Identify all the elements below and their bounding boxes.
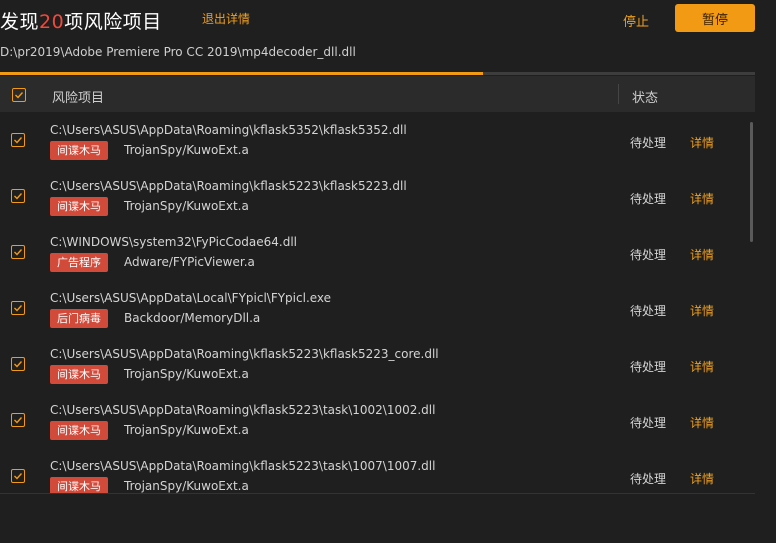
status-text: 待处理 — [630, 472, 667, 486]
title-suffix: 项风险项目 — [64, 11, 162, 33]
column-header-risk: 风险项目 — [52, 91, 105, 106]
file-path: C:\Users\ASUS\AppData\Roaming\kflask5223… — [50, 403, 436, 417]
file-path: C:\Users\ASUS\AppData\Roaming\kflask5223… — [50, 459, 436, 473]
table-row: C:\WINDOWS\system32\FyPicCodae64.dll 广告程序… — [0, 224, 755, 280]
column-header-status: 状态 — [632, 91, 659, 106]
details-link[interactable]: 详情 — [690, 414, 714, 431]
details-link[interactable]: 详情 — [690, 190, 714, 207]
file-path: C:\Users\ASUS\AppData\Local\FYpicl\FYpic… — [50, 291, 332, 305]
threat-name: TrojanSpy/KuwoExt.a — [124, 479, 249, 493]
threat-category-badge: 间谍木马 — [50, 365, 108, 384]
exit-details-link[interactable]: 退出详情 — [202, 10, 250, 27]
details-link[interactable]: 详情 — [690, 246, 714, 263]
risk-list: C:\Users\ASUS\AppData\Roaming\kflask5352… — [0, 112, 755, 493]
scan-progress-bar — [0, 72, 755, 75]
status-text: 待处理 — [630, 136, 667, 150]
threat-category-badge: 间谍木马 — [50, 197, 108, 216]
details-link[interactable]: 详情 — [690, 358, 714, 375]
file-path: C:\WINDOWS\system32\FyPicCodae64.dll — [50, 235, 298, 249]
table-row: C:\Users\ASUS\AppData\Roaming\kflask5352… — [0, 112, 755, 168]
row-checkbox[interactable] — [11, 133, 25, 147]
threat-category-badge: 间谍木马 — [50, 141, 108, 160]
checkmark-icon — [15, 92, 24, 99]
threat-name: TrojanSpy/KuwoExt.a — [124, 199, 249, 213]
risk-count: 20 — [39, 11, 65, 33]
page-title: 发现20项风险项目 — [0, 7, 162, 34]
threat-category-badge: 广告程序 — [50, 253, 108, 272]
threat-name: Adware/FYPicViewer.a — [124, 255, 255, 269]
checkmark-icon — [14, 137, 23, 144]
file-path: C:\Users\ASUS\AppData\Roaming\kflask5352… — [50, 123, 407, 137]
scan-path: D:\pr2019\Adobe Premiere Pro CC 2019\mp4… — [0, 45, 356, 59]
title-prefix: 发现 — [0, 11, 40, 33]
table-header: 风险项目 状态 — [0, 76, 755, 112]
list-bottom-divider — [0, 493, 755, 494]
file-path: C:\Users\ASUS\AppData\Roaming\kflask5223… — [50, 179, 407, 193]
row-checkbox[interactable] — [11, 245, 25, 259]
checkmark-icon — [14, 193, 23, 200]
table-row: C:\Users\ASUS\AppData\Roaming\kflask5223… — [0, 392, 755, 448]
status-text: 待处理 — [630, 360, 667, 374]
status-text: 待处理 — [630, 416, 667, 430]
table-row: C:\Users\ASUS\AppData\Roaming\kflask5223… — [0, 168, 755, 224]
status-text: 待处理 — [630, 248, 667, 262]
threat-category-badge: 间谍木马 — [50, 477, 108, 493]
file-path: C:\Users\ASUS\AppData\Roaming\kflask5223… — [50, 347, 439, 361]
checkmark-icon — [14, 249, 23, 256]
details-link[interactable]: 详情 — [690, 302, 714, 319]
checkmark-icon — [14, 473, 23, 480]
threat-name: TrojanSpy/KuwoExt.a — [124, 143, 249, 157]
checkmark-icon — [14, 361, 23, 368]
threat-name: TrojanSpy/KuwoExt.a — [124, 367, 249, 381]
column-divider — [618, 84, 619, 104]
stop-button[interactable]: 停止 — [623, 11, 649, 30]
row-checkbox[interactable] — [11, 301, 25, 315]
details-link[interactable]: 详情 — [690, 470, 714, 487]
row-checkbox[interactable] — [11, 413, 25, 427]
table-row: C:\Users\ASUS\AppData\Local\FYpicl\FYpic… — [0, 280, 755, 336]
pause-button[interactable]: 暂停 — [675, 4, 755, 32]
table-row: C:\Users\ASUS\AppData\Roaming\kflask5223… — [0, 448, 755, 493]
header: 发现20项风险项目 退出详情 停止 暂停 D:\pr2019\Adobe Pre… — [0, 0, 776, 72]
threat-category-badge: 后门病毒 — [50, 309, 108, 328]
threat-category-badge: 间谍木马 — [50, 421, 108, 440]
scrollbar-thumb[interactable] — [750, 122, 753, 242]
row-checkbox[interactable] — [11, 357, 25, 371]
details-link[interactable]: 详情 — [690, 134, 714, 151]
checkmark-icon — [14, 417, 23, 424]
select-all-checkbox[interactable] — [12, 88, 26, 102]
scan-progress-fill — [0, 72, 484, 75]
status-text: 待处理 — [630, 304, 667, 318]
checkmark-icon — [14, 305, 23, 312]
threat-name: TrojanSpy/KuwoExt.a — [124, 423, 249, 437]
threat-name: Backdoor/MemoryDll.a — [124, 311, 261, 325]
table-row: C:\Users\ASUS\AppData\Roaming\kflask5223… — [0, 336, 755, 392]
status-text: 待处理 — [630, 192, 667, 206]
row-checkbox[interactable] — [11, 469, 25, 483]
row-checkbox[interactable] — [11, 189, 25, 203]
